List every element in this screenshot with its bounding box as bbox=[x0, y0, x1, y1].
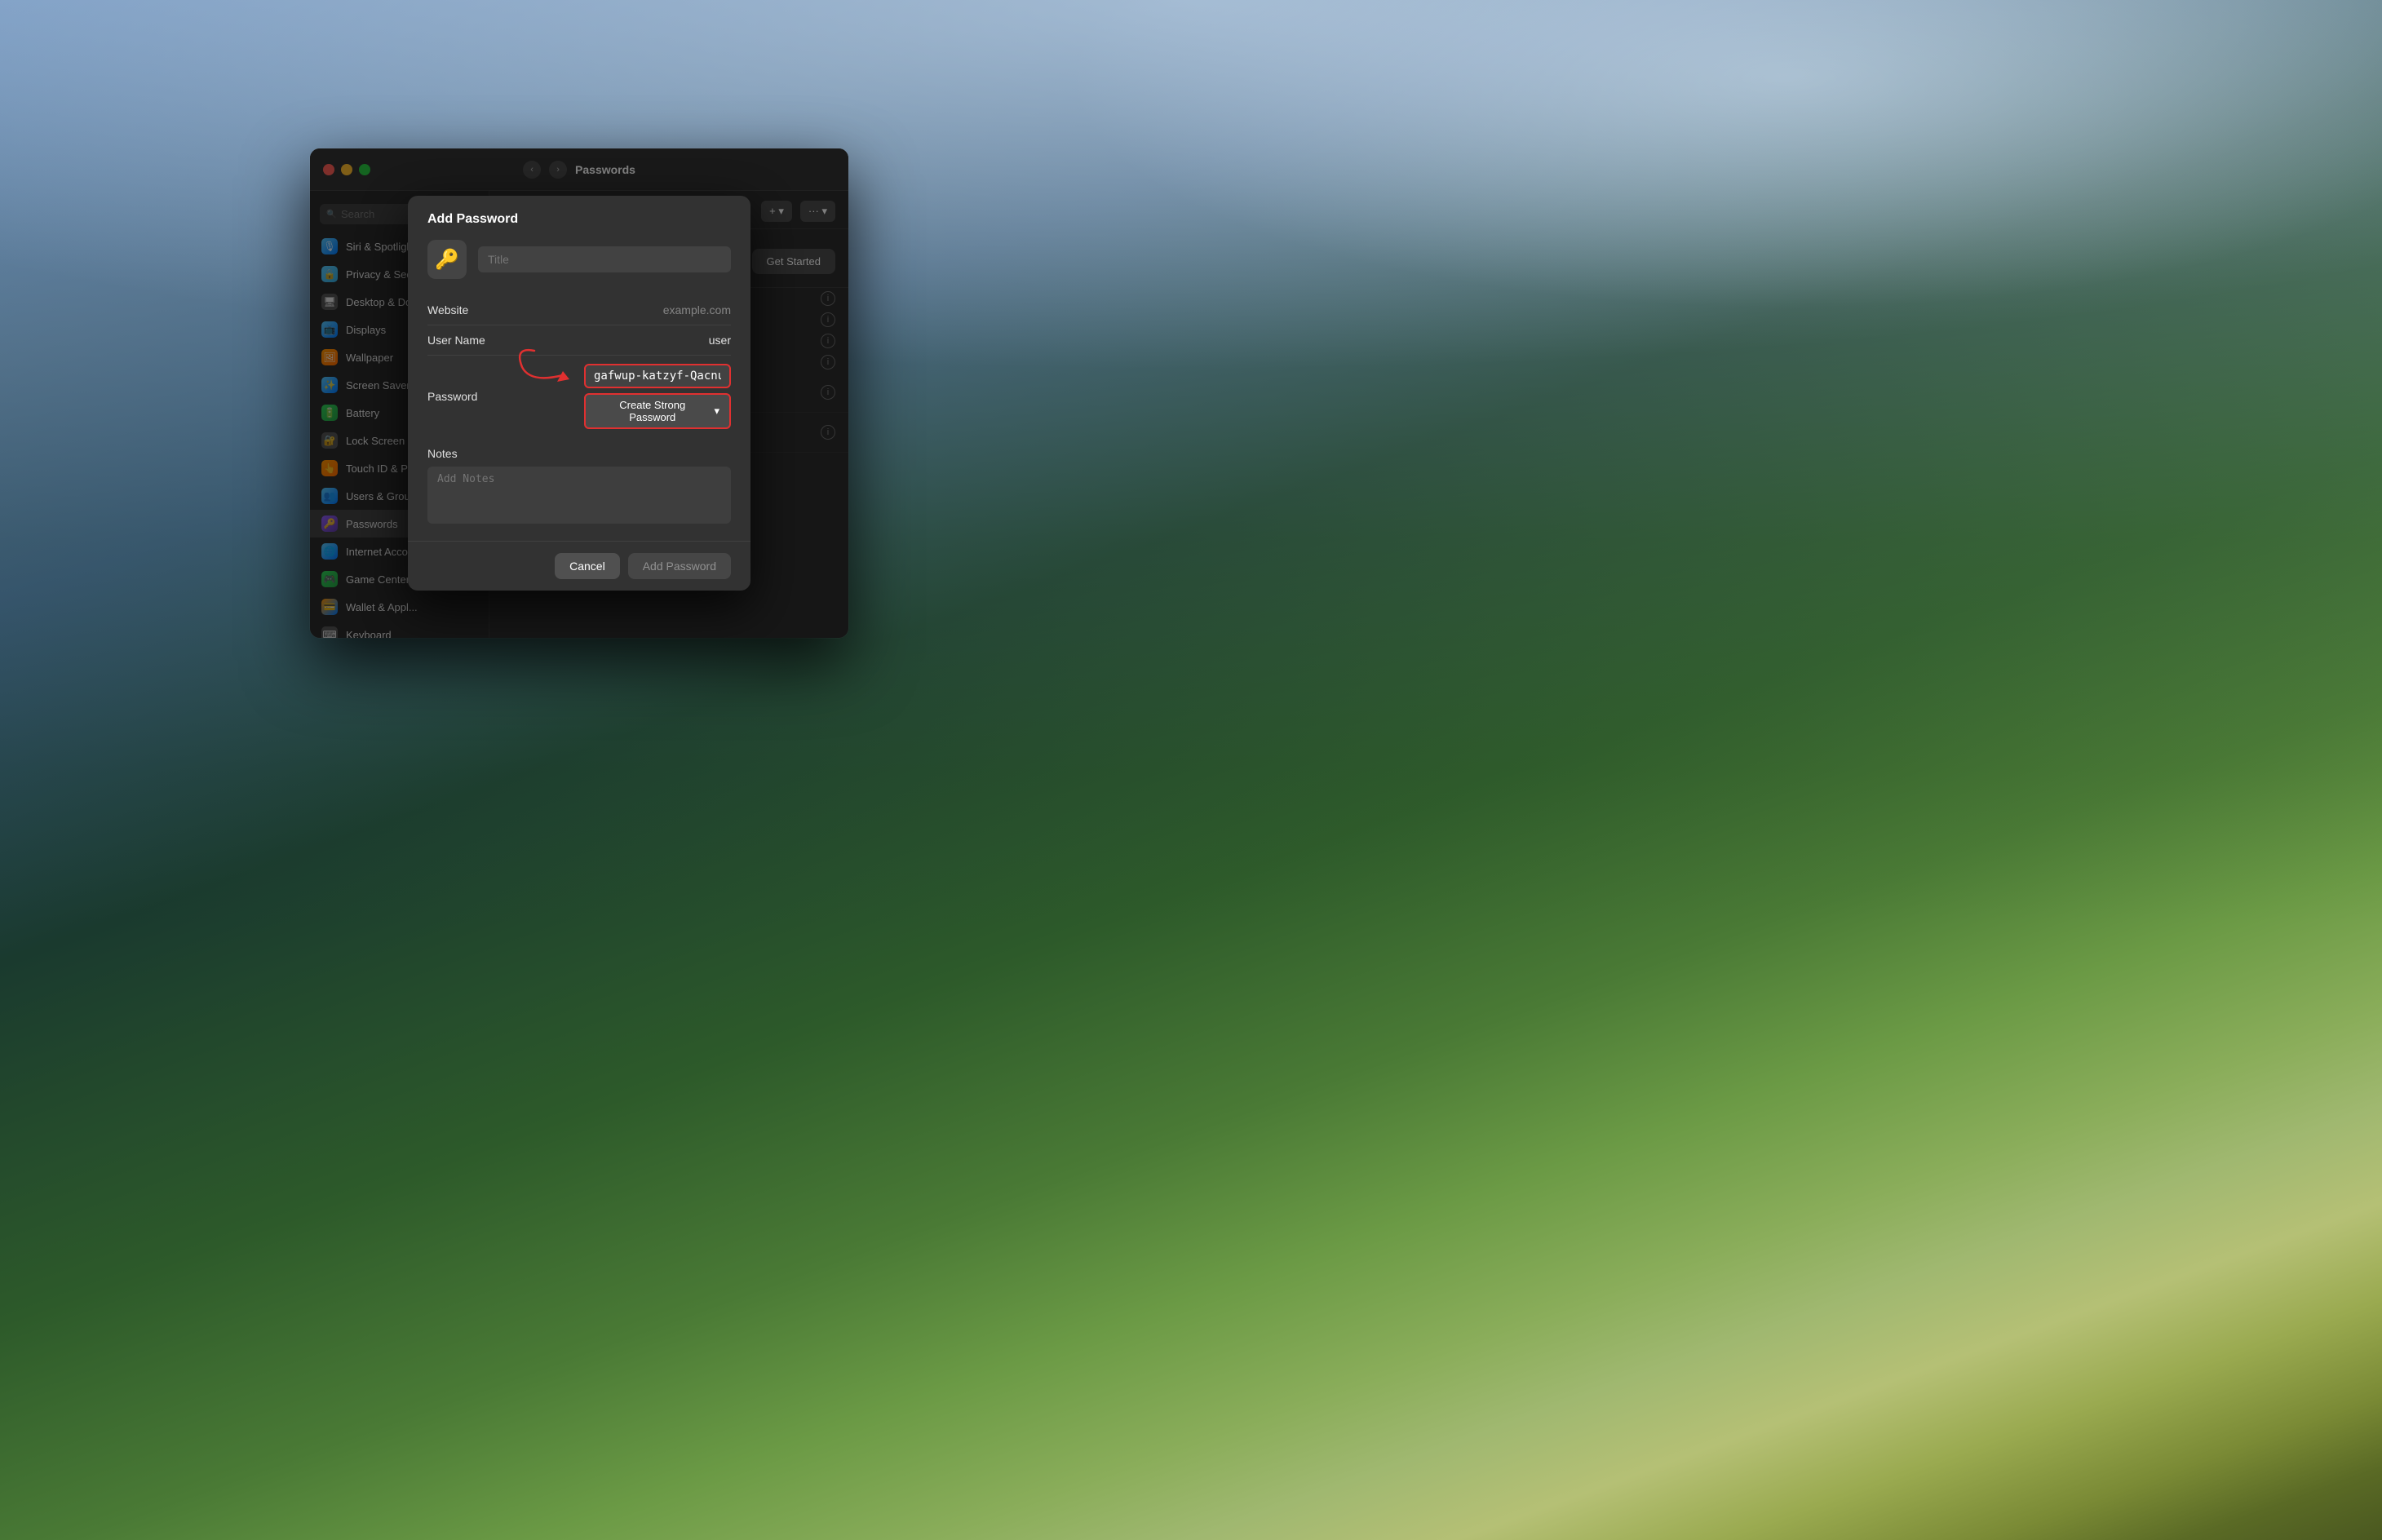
notes-textarea[interactable] bbox=[427, 467, 731, 524]
modal-icon-row: 🔑 bbox=[427, 240, 731, 279]
cancel-button[interactable]: Cancel bbox=[555, 553, 620, 579]
website-field-row: Website example.com bbox=[427, 295, 731, 325]
add-password-button[interactable]: Add Password bbox=[628, 553, 731, 579]
website-label: Website bbox=[427, 303, 517, 316]
create-strong-chevron: ▾ bbox=[714, 405, 719, 418]
key-icon: 🔑 bbox=[435, 248, 459, 272]
create-strong-password-button[interactable]: Create Strong Password ▾ bbox=[584, 393, 731, 429]
modal-fields: Website example.com User Name Password C… bbox=[408, 295, 750, 437]
password-field-wrap: Create Strong Password ▾ bbox=[517, 364, 731, 429]
modal-footer: Cancel Add Password bbox=[408, 541, 750, 591]
website-value: example.com bbox=[517, 303, 731, 316]
modal-header: Add Password 🔑 bbox=[408, 196, 750, 279]
username-label: User Name bbox=[427, 334, 517, 347]
password-input[interactable] bbox=[584, 364, 731, 388]
modal-title: Add Password bbox=[427, 212, 731, 227]
password-field-row: Password Create Strong Password ▾ bbox=[427, 356, 731, 437]
system-preferences-window: ‹ › Passwords 🎙 Siri & Spotlight 🔒 Priva… bbox=[310, 148, 848, 638]
username-input[interactable] bbox=[517, 334, 731, 347]
add-password-modal: Add Password 🔑 Website example.com User … bbox=[408, 196, 750, 591]
modal-title-input[interactable] bbox=[478, 246, 731, 272]
notes-label: Notes bbox=[427, 447, 731, 460]
password-label: Password bbox=[427, 390, 517, 403]
create-strong-label: Create Strong Password bbox=[596, 399, 709, 423]
modal-overlay: Add Password 🔑 Website example.com User … bbox=[310, 148, 848, 638]
modal-app-icon: 🔑 bbox=[427, 240, 467, 279]
notes-section: Notes bbox=[408, 447, 750, 541]
username-field-row: User Name bbox=[427, 325, 731, 356]
